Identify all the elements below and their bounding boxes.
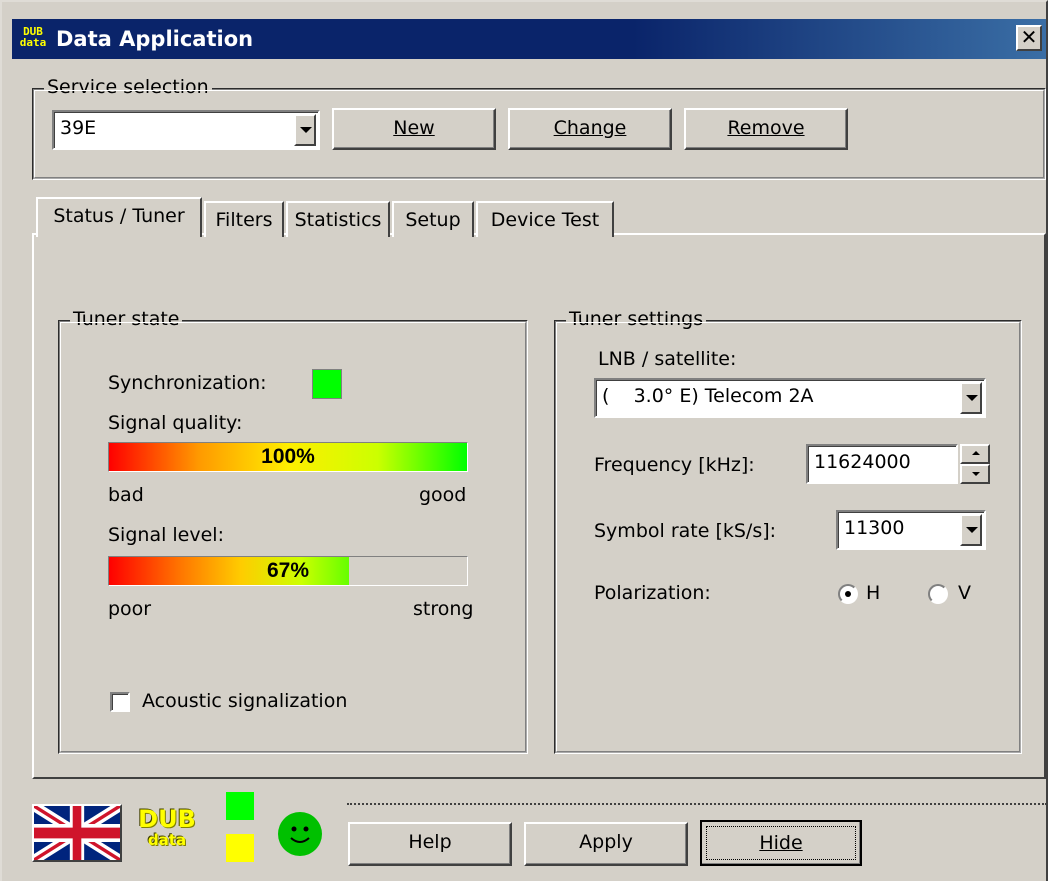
help-button-label: Help	[408, 831, 452, 853]
signal-quality-label: Signal quality:	[108, 412, 243, 434]
smiley-icon	[278, 812, 322, 856]
polarization-label: Polarization:	[594, 582, 711, 604]
title-bar[interactable]: DUB data Data Application ✕	[12, 19, 1046, 59]
tab-filters-label: Filters	[215, 209, 273, 231]
new-button-label: New	[393, 117, 435, 139]
signal-quality-bar: 100%	[108, 442, 468, 472]
remove-button[interactable]: Remove	[684, 108, 848, 150]
hide-button[interactable]: Hide	[700, 820, 862, 866]
hide-button-focus: Hide	[706, 826, 856, 860]
tab-status-tuner-label: Status / Tuner	[53, 205, 185, 227]
polarization-h-radio[interactable]	[838, 584, 858, 604]
close-icon: ✕	[1020, 25, 1038, 49]
app-logo-icon: DUB data	[19, 25, 47, 49]
sync-indicator	[312, 369, 342, 399]
signal-quality-percent: 100%	[261, 445, 315, 468]
status-indicator-top	[226, 792, 254, 820]
logo-text-bottom: data	[147, 831, 187, 849]
uk-flag-icon	[32, 801, 122, 865]
help-button[interactable]: Help	[348, 822, 512, 866]
frequency-value: 11624000	[814, 451, 911, 473]
signal-level-bar: 67%	[108, 556, 468, 586]
service-selection-label: Service selection	[44, 76, 212, 98]
change-button-label: Change	[553, 117, 627, 139]
tab-device-test[interactable]: Device Test	[476, 201, 614, 237]
smiley-face-icon	[290, 826, 310, 843]
status-indicator-bottom	[226, 834, 254, 862]
change-button[interactable]: Change	[508, 108, 672, 150]
footer-divider	[347, 803, 1047, 805]
logo-text-top: DUB	[138, 805, 196, 833]
tab-status-tuner[interactable]: Status / Tuner	[36, 197, 202, 237]
lnb-label: LNB / satellite:	[598, 348, 737, 370]
acoustic-label: Acoustic signalization	[142, 690, 348, 712]
polarization-h-label: H	[866, 582, 881, 604]
chevron-down-icon[interactable]	[294, 114, 316, 146]
tab-device-test-label: Device Test	[490, 209, 600, 231]
signal-level-percent: 67%	[266, 559, 310, 582]
apply-button[interactable]: Apply	[524, 822, 688, 866]
frequency-label: Frequency [kHz]:	[594, 454, 755, 476]
acoustic-checkbox[interactable]	[110, 692, 130, 712]
tab-setup-label: Setup	[405, 209, 461, 231]
tuner-settings-label: Tuner settings	[566, 308, 707, 330]
close-button[interactable]: ✕	[1016, 25, 1042, 51]
tab-setup[interactable]: Setup	[392, 201, 474, 237]
synchronization-label: Synchronization:	[108, 372, 267, 394]
stepper-down-icon[interactable]	[960, 464, 990, 484]
quality-high-label: good	[419, 484, 467, 506]
quality-low-label: bad	[108, 484, 144, 506]
level-low-label: poor	[108, 598, 152, 620]
symbol-rate-select[interactable]: 11300	[836, 510, 986, 550]
hide-button-label: Hide	[759, 832, 803, 854]
symbol-rate-value: 11300	[844, 517, 905, 539]
stepper-up-icon[interactable]	[960, 444, 990, 464]
tab-statistics[interactable]: Statistics	[286, 201, 390, 237]
apply-button-label: Apply	[579, 831, 633, 853]
chevron-down-icon[interactable]	[960, 382, 982, 414]
service-select[interactable]: 39E	[52, 110, 320, 150]
signal-level-label: Signal level:	[108, 524, 224, 546]
language-button[interactable]	[32, 801, 122, 865]
lnb-select-value: ( 3.0° E) Telecom 2A	[602, 385, 814, 407]
tuner-state-label: Tuner state	[70, 308, 183, 330]
chevron-down-icon[interactable]	[960, 514, 982, 546]
frequency-stepper[interactable]	[960, 444, 990, 484]
frequency-input[interactable]: 11624000	[806, 444, 958, 484]
app-window: DUB data Data Application ✕ Service selec…	[0, 0, 1048, 881]
remove-button-label: Remove	[727, 117, 805, 139]
dub-data-logo: DUB data	[137, 806, 197, 860]
polarization-v-label: V	[958, 582, 971, 604]
lnb-select[interactable]: ( 3.0° E) Telecom 2A	[594, 378, 986, 418]
level-high-label: strong	[413, 598, 474, 620]
tab-statistics-label: Statistics	[294, 209, 382, 231]
window-title: Data Application	[56, 27, 254, 51]
polarization-v-radio[interactable]	[928, 584, 948, 604]
new-button[interactable]: New	[332, 108, 496, 150]
symbol-rate-label: Symbol rate [kS/s]:	[594, 520, 777, 542]
service-select-value: 39E	[60, 117, 97, 139]
tab-filters[interactable]: Filters	[204, 201, 284, 237]
